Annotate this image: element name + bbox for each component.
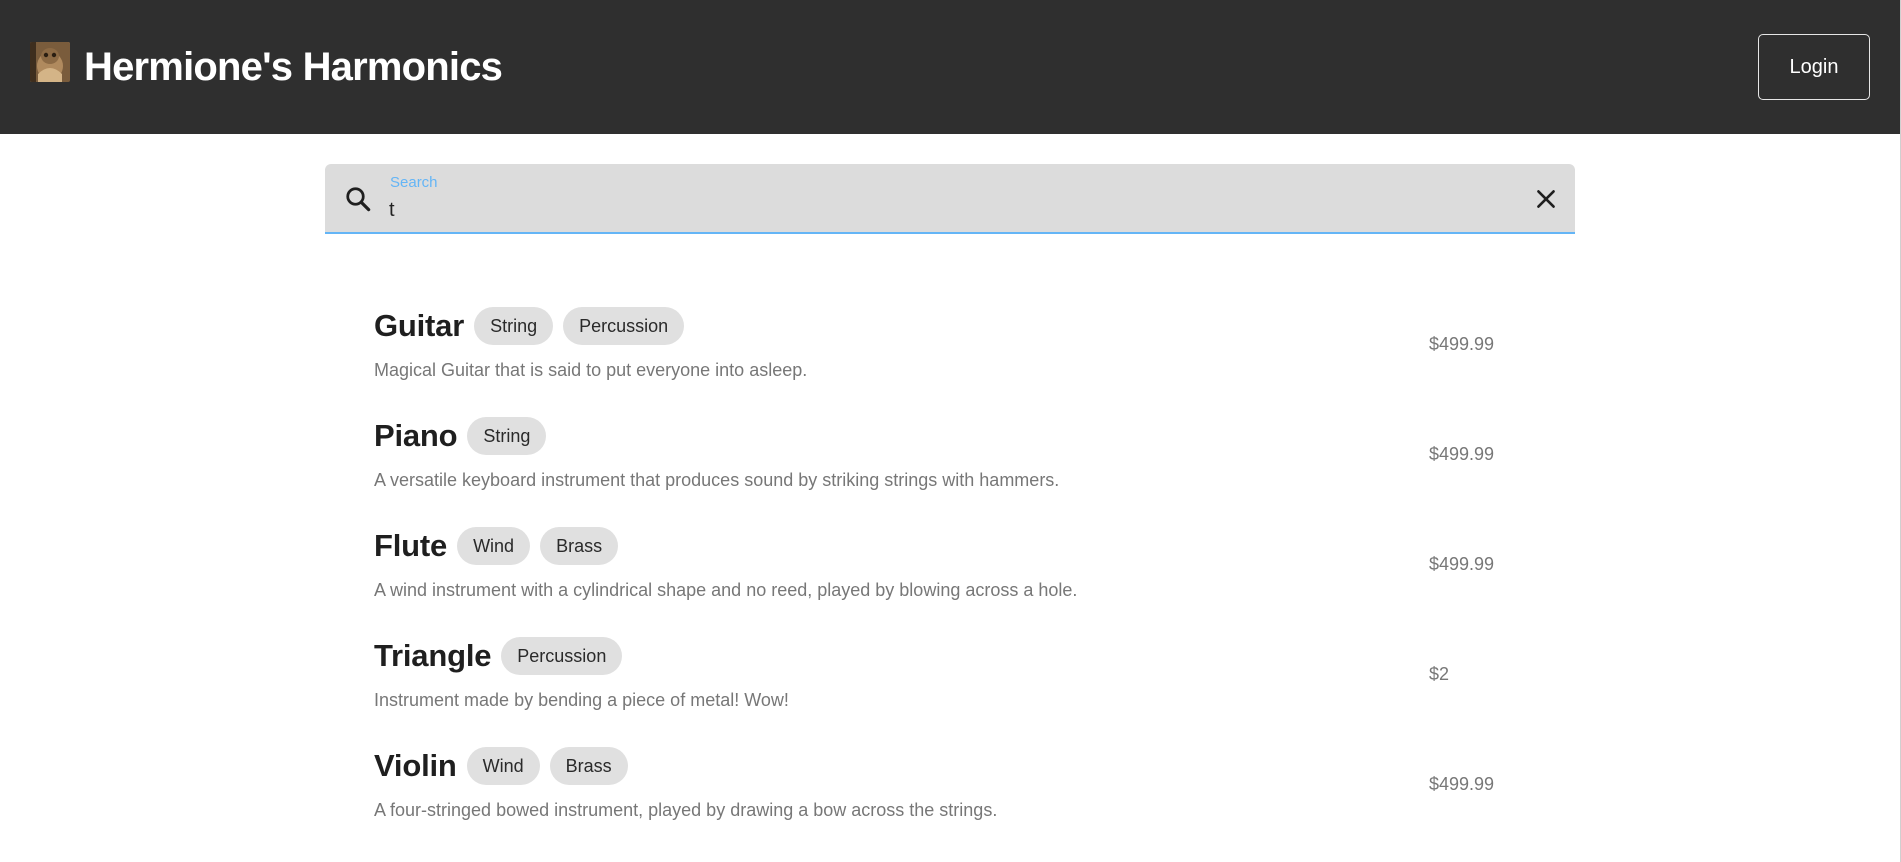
instrument-price: $499.99 [1429,334,1495,354]
instrument-price: $499.99 [1429,774,1495,794]
instrument-item[interactable]: Piano String A versatile keyboard instru… [374,414,1534,524]
instrument-price: $499.99 [1429,444,1495,464]
instrument-description: A four-stringed bowed instrument, played… [374,800,998,820]
search-input[interactable] [389,194,1469,226]
instrument-description: Instrument made by bending a piece of me… [374,690,789,710]
instrument-price: $499.99 [1429,554,1495,574]
instrument-item[interactable]: Flute Wind Brass A wind instrument with … [374,524,1534,634]
app-viewport: Hermione's Harmonics Login Search Guitar… [0,0,1901,862]
instrument-header: Piano String [374,414,1534,458]
clear-search-button[interactable] [1531,184,1561,214]
tag-chip[interactable]: String [474,307,554,345]
instrument-item[interactable]: Triangle Percussion Instrument made by b… [374,634,1534,744]
tag-chip[interactable]: Brass [549,747,628,785]
instrument-name[interactable]: Flute [374,526,447,566]
instrument-name[interactable]: Piano [374,416,458,456]
close-icon [1537,190,1555,208]
top-navbar: Hermione's Harmonics Login [0,0,1900,134]
tag-chip[interactable]: Wind [466,747,540,785]
search-bar[interactable]: Search [325,164,1575,234]
instrument-header: Flute Wind Brass [374,524,1534,568]
instrument-name[interactable]: Triangle [374,636,491,676]
instrument-item[interactable]: Guitar String Percussion Magical Guitar … [374,304,1534,414]
instrument-header: Triangle Percussion [374,634,1534,678]
tag-chip[interactable]: Wind [457,527,531,565]
instrument-header: Violin Wind Brass [374,744,1534,788]
instrument-price: $2 [1429,664,1450,684]
search-label: Search [390,174,438,191]
instrument-description: A versatile keyboard instrument that pro… [374,470,1060,490]
search-icon [343,184,373,214]
instrument-name[interactable]: Violin [374,746,457,786]
tag-chip[interactable]: Percussion [501,637,623,675]
instrument-description: A wind instrument with a cylindrical sha… [374,580,1078,600]
tag-chip[interactable]: Percussion [563,307,685,345]
site-title[interactable]: Hermione's Harmonics [84,44,503,90]
tag-chip[interactable]: Brass [540,527,619,565]
instrument-name[interactable]: Guitar [374,306,464,346]
instrument-description: Magical Guitar that is said to put every… [374,360,808,380]
login-button[interactable]: Login [1758,34,1870,100]
instrument-list: Guitar String Percussion Magical Guitar … [374,304,1534,854]
instrument-header: Guitar String Percussion [374,304,1534,348]
tag-chip[interactable]: String [467,417,547,455]
owl-photo-logo-icon[interactable] [30,42,70,82]
instrument-item[interactable]: Violin Wind Brass A four-stringed bowed … [374,744,1534,854]
